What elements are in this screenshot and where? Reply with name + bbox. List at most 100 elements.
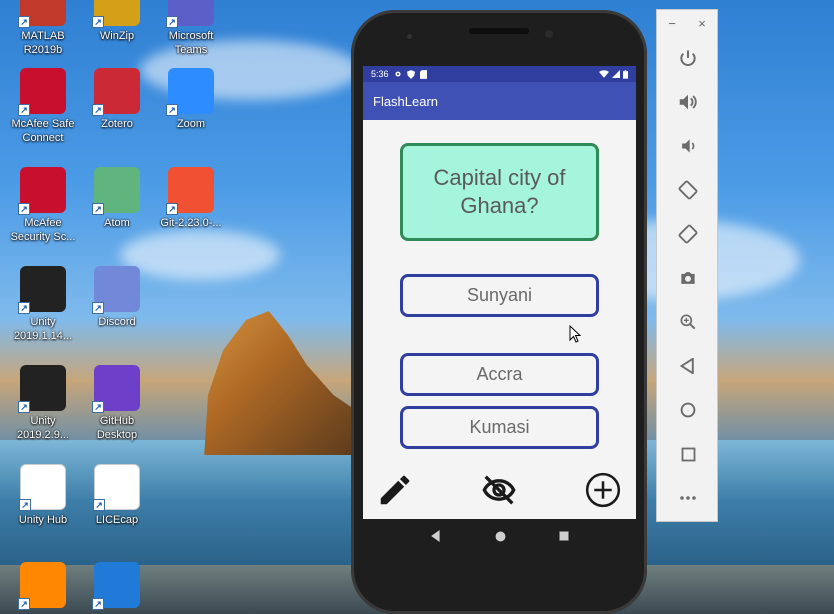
desktop-shortcut-label: Unity 2019.1.14... <box>13 316 73 342</box>
zoom-icon: ↗ <box>166 68 214 116</box>
volume-up-button[interactable] <box>657 80 719 124</box>
question-text: Capital city of Ghana? <box>433 165 566 218</box>
desktop-shortcut-label: Unity Hub <box>18 514 68 526</box>
question-card[interactable]: Capital city of Ghana? <box>400 143 599 241</box>
vlc-icon: ↗ <box>18 562 66 610</box>
git-icon: ↗ <box>166 167 214 215</box>
desktop-shortcut[interactable]: ↗ WinZip <box>79 0 155 43</box>
desktop-shortcut-label: Git-2.23.0-... <box>160 217 222 229</box>
answer-option-sunyani[interactable]: Sunyani <box>400 274 599 317</box>
desktop-shortcut[interactable]: ↗ LICEcap <box>79 464 155 527</box>
discord-icon: ↗ <box>92 266 140 314</box>
desktop-shortcut[interactable]: ↗ MATLAB R2019b <box>5 0 81 57</box>
shortcut-arrow-icon: ↗ <box>166 104 178 116</box>
answer-label: Accra <box>476 364 523 384</box>
mcafee-safe-connect-icon: ↗ <box>18 68 66 116</box>
add-card-button[interactable] <box>583 470 623 510</box>
zotero-icon: ↗ <box>92 68 140 116</box>
answer-label: Sunyani <box>466 285 533 305</box>
shortcut-arrow-icon: ↗ <box>18 598 30 610</box>
desktop-shortcut[interactable]: ↗ Discord <box>79 266 155 329</box>
home-icon[interactable] <box>495 531 506 542</box>
phone-screen: 5:36 FlashLearn Capital city of Ghana? S… <box>363 66 636 519</box>
more-icon <box>680 496 696 500</box>
desktop-shortcut[interactable]: ↗ Zoom <box>153 68 229 131</box>
shortcut-arrow-icon: ↗ <box>166 16 178 28</box>
battery-icon <box>623 69 628 79</box>
answer-option-kumasi[interactable]: Kumasi <box>400 406 599 449</box>
answer-label: Kumasi <box>469 417 530 437</box>
app-bar: FlashLearn <box>363 82 636 120</box>
rotate-left-icon <box>678 180 698 200</box>
shortcut-arrow-icon: ↗ <box>18 401 30 413</box>
more-button[interactable] <box>657 476 719 520</box>
desktop-shortcut[interactable]: ↗ Git-2.23.0-... <box>153 167 229 230</box>
shortcut-arrow-icon: ↗ <box>92 598 104 610</box>
overview-button[interactable] <box>657 432 719 476</box>
speaker <box>469 28 529 34</box>
edit-button[interactable] <box>375 470 415 510</box>
desktop-shortcut[interactable]: ↗ Atom <box>79 167 155 230</box>
app-title: FlashLearn <box>373 93 439 109</box>
desktop-shortcut[interactable]: ↗ McAfee Security Sc... <box>5 167 81 244</box>
back-button[interactable] <box>657 344 719 388</box>
volume-down-icon <box>682 139 695 153</box>
power-button[interactable] <box>657 36 719 80</box>
shortcut-arrow-icon: ↗ <box>18 203 30 215</box>
shortcut-arrow-icon: ↗ <box>18 104 30 116</box>
eye-off-icon <box>482 475 516 505</box>
settings-icon <box>394 71 401 77</box>
signal-icon <box>612 70 620 78</box>
emulator-window-controls: − × <box>657 10 717 36</box>
desktop-shortcut-label: McAfee Safe Connect <box>11 118 75 144</box>
status-bar: 5:36 <box>363 66 636 82</box>
desktop-shortcut[interactable]: ↗ Microsoft Teams <box>153 0 229 57</box>
screenshot-button[interactable] <box>657 256 719 300</box>
shortcut-arrow-icon: ↗ <box>166 203 178 215</box>
desktop-shortcut[interactable]: ↗ Unity 2019.1.14... <box>5 266 81 343</box>
back-icon[interactable] <box>430 530 442 542</box>
android-nav-bar <box>363 519 636 553</box>
desktop-shortcut-label: McAfee Security Sc... <box>10 217 76 243</box>
teams-icon: ↗ <box>166 0 214 28</box>
add-circle-icon <box>585 472 621 508</box>
atom-icon: ↗ <box>92 167 140 215</box>
desktop-shortcut[interactable]: ↗ <box>79 562 155 611</box>
volume-down-button[interactable] <box>657 124 719 168</box>
zoom-button[interactable] <box>657 300 719 344</box>
desktop-shortcut[interactable]: ↗ Unity Hub <box>5 464 81 527</box>
shortcut-arrow-icon: ↗ <box>19 499 31 511</box>
desktop-shortcut[interactable]: ↗ <box>5 562 81 611</box>
shortcut-arrow-icon: ↗ <box>92 104 104 116</box>
desktop-shortcut-label: Microsoft Teams <box>168 30 214 56</box>
overview-icon[interactable] <box>559 531 569 541</box>
desktop-shortcut[interactable]: ↗ Zotero <box>79 68 155 131</box>
power-icon <box>680 50 696 66</box>
desktop-shortcut[interactable]: ↗ GitHub Desktop <box>79 365 155 442</box>
shortcut-arrow-icon: ↗ <box>92 401 104 413</box>
rock-formation <box>204 311 360 455</box>
desktop-shortcut-label: Atom <box>104 217 130 229</box>
volume-up-icon <box>679 94 697 110</box>
shortcut-arrow-icon: ↗ <box>18 302 30 314</box>
desktop-shortcut-label: Unity 2019.2.9... <box>17 415 69 441</box>
unity-icon: ↗ <box>18 266 66 314</box>
home-icon <box>680 402 696 418</box>
desktop-shortcut-label: LICEcap <box>95 514 139 526</box>
close-button[interactable]: × <box>698 16 706 31</box>
rotate-left-button[interactable] <box>657 168 719 212</box>
desktop-shortcut-label: WinZip <box>99 30 135 42</box>
rotate-right-button[interactable] <box>657 212 719 256</box>
answer-option-accra[interactable]: Accra <box>400 353 599 396</box>
desktop-shortcut[interactable]: ↗ Unity 2019.2.9... <box>5 365 81 442</box>
mcafee-security-icon: ↗ <box>18 167 66 215</box>
desktop-shortcut[interactable]: ↗ McAfee Safe Connect <box>5 68 81 145</box>
licecap-icon: ↗ <box>93 464 140 511</box>
shortcut-arrow-icon: ↗ <box>93 499 105 511</box>
front-camera <box>545 30 553 38</box>
minimize-button[interactable]: − <box>668 16 676 31</box>
home-button[interactable] <box>657 388 719 432</box>
overview-icon <box>681 447 695 461</box>
toggle-answers-button[interactable] <box>479 470 519 510</box>
github-desktop-icon: ↗ <box>92 365 140 413</box>
